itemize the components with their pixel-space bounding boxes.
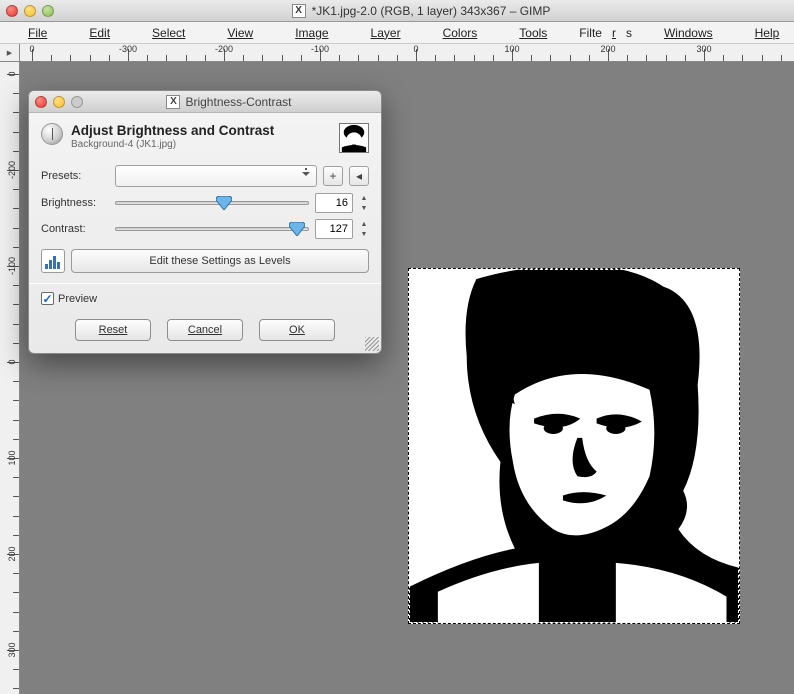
minimize-window-button[interactable] <box>24 5 36 17</box>
brightness-contrast-icon <box>41 123 63 145</box>
window-title-text: *JK1.jpg-2.0 (RGB, 1 layer) 343x367 – GI… <box>312 4 551 18</box>
brightness-step-up[interactable]: ▲ <box>359 194 369 202</box>
preset-menu-button[interactable]: ◂ <box>349 166 369 186</box>
add-preset-button[interactable]: + <box>323 166 343 186</box>
dialog-minimize-button[interactable] <box>53 96 65 108</box>
preview-label: Preview <box>58 293 97 305</box>
menu-filters[interactable]: Filters <box>569 24 642 42</box>
menu-colors[interactable]: Colors <box>423 24 498 42</box>
canvas-image <box>409 269 739 623</box>
menu-image[interactable]: Image <box>275 24 348 42</box>
dialog-titlebar[interactable]: X Brightness-Contrast <box>29 91 381 113</box>
dialog-title: X Brightness-Contrast <box>83 95 375 109</box>
ruler-horizontal[interactable]: 0-300-200-1000100200300 <box>20 44 794 62</box>
menu-bar: File Edit Select View Image Layer Colors… <box>0 22 794 44</box>
brightness-slider[interactable] <box>115 196 309 210</box>
brightness-contrast-dialog: X Brightness-Contrast Adjust Brightness … <box>28 90 382 354</box>
levels-icon <box>41 249 65 273</box>
layer-thumbnail <box>339 123 369 153</box>
contrast-label: Contrast: <box>41 223 109 235</box>
workspace: 0-300-200-1000100200300 0-200-1000100200… <box>0 44 794 694</box>
resize-grip[interactable] <box>365 337 379 351</box>
slider-handle-icon[interactable] <box>289 222 305 236</box>
x11-icon: X <box>166 95 180 109</box>
dialog-close-button[interactable] <box>35 96 47 108</box>
dialog-zoom-button <box>71 96 83 108</box>
menu-help[interactable]: Help <box>735 24 794 42</box>
contrast-step-down[interactable]: ▼ <box>359 230 369 238</box>
presets-label: Presets: <box>41 170 109 182</box>
menu-file[interactable]: File <box>8 24 67 42</box>
close-window-button[interactable] <box>6 5 18 17</box>
menu-windows[interactable]: Windows <box>644 24 733 42</box>
contrast-step-up[interactable]: ▲ <box>359 220 369 228</box>
brightness-input[interactable] <box>315 193 353 213</box>
window-titlebar: X *JK1.jpg-2.0 (RGB, 1 layer) 343x367 – … <box>0 0 794 22</box>
dialog-heading: Adjust Brightness and Contrast <box>71 123 331 138</box>
presets-combobox[interactable] <box>115 165 317 187</box>
window-traffic-lights <box>6 5 54 17</box>
dialog-subheading: Background-4 (JK1.jpg) <box>71 139 331 150</box>
brightness-label: Brightness: <box>41 197 109 209</box>
menu-select[interactable]: Select <box>132 24 205 42</box>
ok-button[interactable]: OK <box>259 319 335 341</box>
menu-layer[interactable]: Layer <box>351 24 421 42</box>
zoom-window-button[interactable] <box>42 5 54 17</box>
menu-view[interactable]: View <box>207 24 273 42</box>
menu-edit[interactable]: Edit <box>69 24 130 42</box>
slider-handle-icon[interactable] <box>216 196 232 210</box>
brightness-step-down[interactable]: ▼ <box>359 204 369 212</box>
x11-icon: X <box>292 4 306 18</box>
menu-tools[interactable]: Tools <box>499 24 567 42</box>
preview-checkbox[interactable]: ✓ <box>41 292 54 305</box>
dialog-traffic-lights <box>35 96 83 108</box>
image-canvas[interactable] <box>408 268 740 624</box>
cancel-button[interactable]: Cancel <box>167 319 243 341</box>
edit-as-levels-button[interactable]: Edit these Settings as Levels <box>71 249 369 273</box>
contrast-input[interactable] <box>315 219 353 239</box>
contrast-slider[interactable] <box>115 222 309 236</box>
ruler-vertical[interactable]: 0-200-1000100200300400 <box>0 62 20 694</box>
divider <box>29 283 381 284</box>
ruler-origin[interactable] <box>0 44 20 62</box>
reset-button[interactable]: Reset <box>75 319 151 341</box>
window-title: X *JK1.jpg-2.0 (RGB, 1 layer) 343x367 – … <box>54 4 788 18</box>
